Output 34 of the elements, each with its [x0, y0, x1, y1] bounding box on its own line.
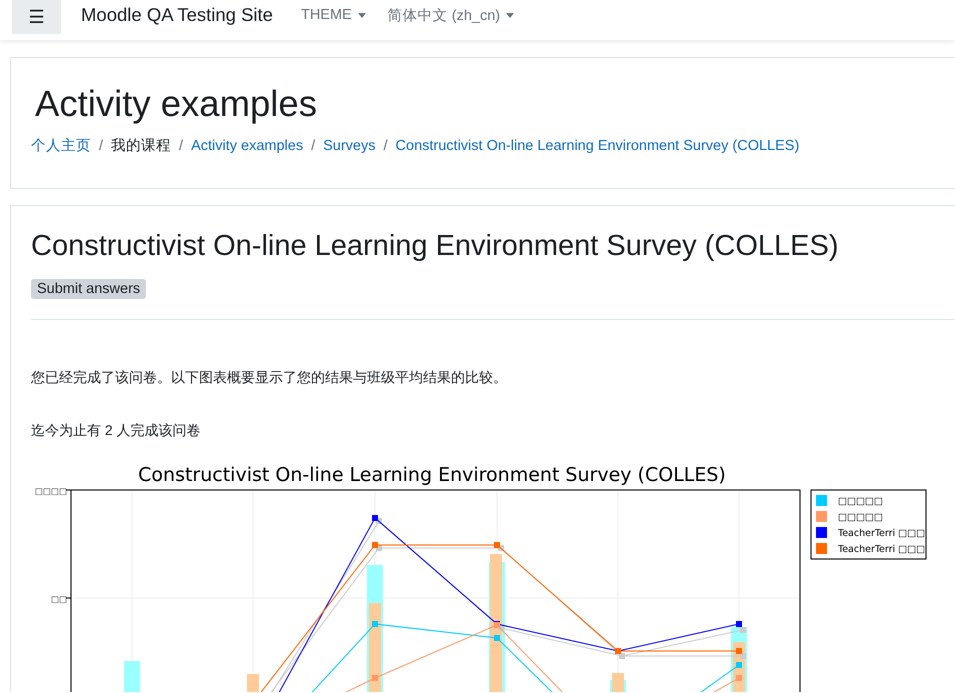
chart-point [494, 635, 500, 641]
legend-label: □□□□□ [838, 496, 883, 507]
breadcrumb-item: 我的课程 [111, 137, 172, 155]
breadcrumb-link[interactable]: Activity examples [191, 138, 304, 154]
chart-point [372, 621, 378, 627]
survey-title: Constructivist On-line Learning Environment Survey (COLLES) [31, 229, 840, 264]
legend-label: TeacherTerri □□□ [838, 544, 926, 555]
breadcrumb-separator: / [99, 138, 104, 154]
caret-icon [506, 12, 514, 18]
dropdown-menu[interactable]: 简体中文 (zh_cn) [384, 6, 518, 24]
survey-message: 迄今为止有 2 人完成该问卷 [31, 421, 202, 440]
y-axis-label: □□□□ [34, 487, 67, 497]
page-title: Activity examples [35, 82, 318, 126]
chart-title: Constructivist On-line Learning Environment Survey (COLLES) [138, 464, 726, 486]
site-name[interactable]: Moodle QA Testing Site [81, 4, 273, 26]
breadcrumb-link[interactable]: Constructivist On-line Learning Environment Survey (COLLES) [396, 138, 800, 154]
breadcrumb-separator: / [311, 138, 316, 154]
chart-bar [124, 661, 140, 692]
dropdown-menu[interactable]: THEME [296, 7, 370, 23]
chart-point [372, 675, 378, 681]
breadcrumb-link[interactable]: Surveys [323, 138, 376, 154]
breadcrumb-separator: / [179, 138, 184, 154]
breadcrumb-separator: / [384, 138, 388, 154]
breadcrumb-link[interactable]: 个人主页 [31, 136, 91, 155]
chart-point [736, 675, 742, 681]
menu-button[interactable]: ☰ [12, 0, 61, 34]
y-axis-label: □□ [50, 595, 67, 605]
chart-point [736, 662, 742, 668]
legend-label: □□□□□ [838, 512, 883, 523]
legend-label: TeacherTerri □□□ [838, 528, 926, 539]
caret-icon [358, 12, 366, 18]
survey-message: 您已经完成了该问卷。以下图表概要显示了您的结果与班级平均结果的比较。 [31, 368, 508, 387]
chart-bar [247, 674, 259, 692]
submit-answers-button[interactable]: Submit answers [31, 279, 146, 299]
